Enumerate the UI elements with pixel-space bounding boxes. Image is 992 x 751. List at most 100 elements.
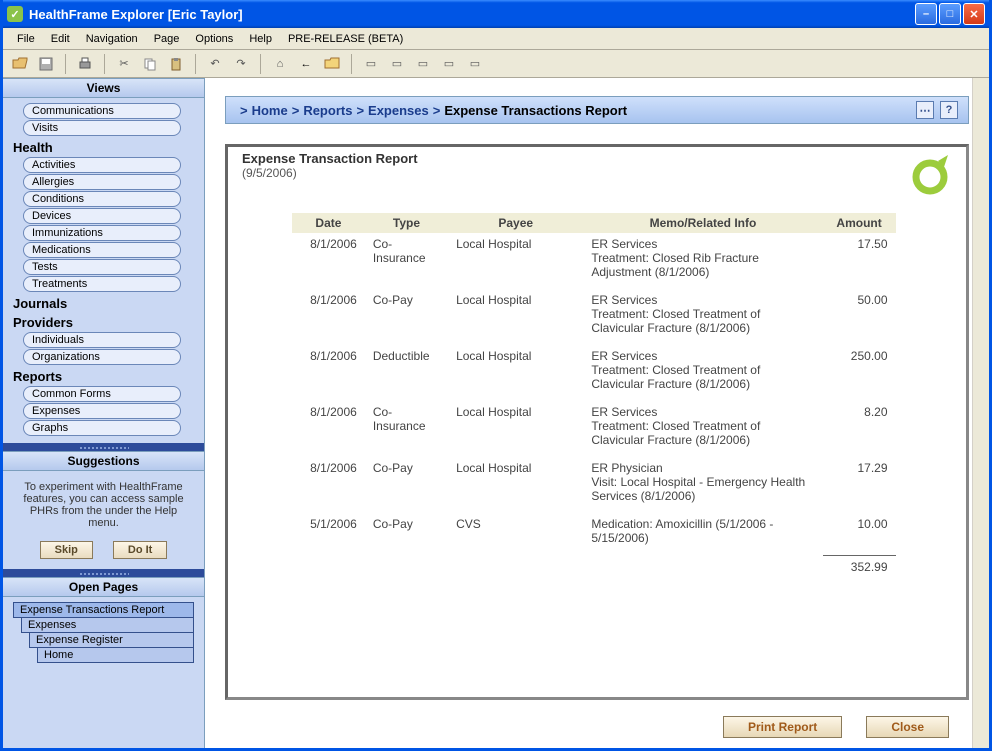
redo-icon[interactable]: ↷ <box>230 53 252 75</box>
menu-navigation[interactable]: Navigation <box>78 31 146 47</box>
views-header: Views <box>3 78 204 98</box>
sidebar-item-tests[interactable]: Tests <box>23 259 181 275</box>
window-title: HealthFrame Explorer [Eric Taylor] <box>29 7 915 22</box>
copy-icon[interactable] <box>139 53 161 75</box>
crumb-current: Expense Transactions Report <box>444 103 627 118</box>
sidebar: Views Communications Visits Health Activ… <box>3 78 205 748</box>
group-health: Health <box>13 140 194 155</box>
sidebar-item-graphs[interactable]: Graphs <box>23 420 181 436</box>
sidebar-item-expenses[interactable]: Expenses <box>23 403 181 419</box>
save-icon[interactable] <box>35 53 57 75</box>
print-icon[interactable] <box>74 53 96 75</box>
sidebar-item-devices[interactable]: Devices <box>23 208 181 224</box>
cell-type: Co-Insurance <box>365 233 448 289</box>
menu-options[interactable]: Options <box>187 31 241 47</box>
doit-button[interactable]: Do It <box>113 541 167 559</box>
maximize-button[interactable]: □ <box>939 3 961 25</box>
cell-amount: 8.20 <box>823 401 896 457</box>
report-title: Expense Transaction Report <box>242 151 418 166</box>
table-total-row: 352.99 <box>292 555 896 584</box>
report-date: (9/5/2006) <box>242 166 418 180</box>
minimize-button[interactable]: – <box>915 3 937 25</box>
cell-date: 8/1/2006 <box>292 401 365 457</box>
sidebar-item-conditions[interactable]: Conditions <box>23 191 181 207</box>
cut-icon[interactable]: ✂ <box>113 53 135 75</box>
scrollbar[interactable] <box>972 78 989 748</box>
table-row: 8/1/2006Co-InsuranceLocal HospitalER Ser… <box>292 233 896 289</box>
menu-page[interactable]: Page <box>146 31 188 47</box>
cell-amount: 10.00 <box>823 513 896 555</box>
undo-icon[interactable]: ↶ <box>204 53 226 75</box>
sidebar-item-immunizations[interactable]: Immunizations <box>23 225 181 241</box>
tool-a-icon[interactable]: ▭ <box>360 53 382 75</box>
cell-memo: ER PhysicianVisit: Local Hospital - Emer… <box>583 457 822 513</box>
cell-payee: Local Hospital <box>448 401 583 457</box>
tool-c-icon[interactable]: ▭ <box>412 53 434 75</box>
panel-grip-2[interactable] <box>3 569 204 577</box>
breadcrumb-more-icon[interactable]: ⋯ <box>916 101 934 119</box>
col-amount: Amount <box>823 213 896 233</box>
cell-type: Deductible <box>365 345 448 401</box>
open-page-item[interactable]: Expense Transactions Report <box>13 602 194 618</box>
menu-file[interactable]: File <box>9 31 43 47</box>
group-providers: Providers <box>13 315 194 330</box>
back-icon[interactable]: ← <box>295 53 317 75</box>
sidebar-item-medications[interactable]: Medications <box>23 242 181 258</box>
folder-icon[interactable] <box>321 53 343 75</box>
col-payee: Payee <box>448 213 583 233</box>
cell-payee: Local Hospital <box>448 289 583 345</box>
menu-edit[interactable]: Edit <box>43 31 78 47</box>
skip-button[interactable]: Skip <box>40 541 93 559</box>
menu-prerelease[interactable]: PRE-RELEASE (BETA) <box>280 31 411 47</box>
cell-payee: Local Hospital <box>448 457 583 513</box>
sidebar-item-common-forms[interactable]: Common Forms <box>23 386 181 402</box>
cell-total: 352.99 <box>823 555 896 584</box>
cell-amount: 50.00 <box>823 289 896 345</box>
table-row: 8/1/2006Co-InsuranceLocal HospitalER Ser… <box>292 401 896 457</box>
home-icon[interactable]: ⌂ <box>269 53 291 75</box>
col-type: Type <box>365 213 448 233</box>
sidebar-item-visits[interactable]: Visits <box>23 120 181 136</box>
breadcrumb-help-icon[interactable]: ? <box>940 101 958 119</box>
open-pages-header: Open Pages <box>3 577 204 597</box>
crumb-expenses[interactable]: Expenses <box>368 103 429 118</box>
suggestions-text: To experiment with HealthFrame features,… <box>15 481 192 529</box>
tool-d-icon[interactable]: ▭ <box>438 53 460 75</box>
tool-b-icon[interactable]: ▭ <box>386 53 408 75</box>
menu-help[interactable]: Help <box>241 31 280 47</box>
report-frame: Expense Transaction Report (9/5/2006) Da… <box>225 144 969 700</box>
open-page-item[interactable]: Home <box>37 647 194 663</box>
cell-payee: Local Hospital <box>448 345 583 401</box>
cell-memo: Medication: Amoxicillin (5/1/2006 - 5/15… <box>583 513 822 555</box>
sidebar-item-treatments[interactable]: Treatments <box>23 276 181 292</box>
toolbar: ✂ ↶ ↷ ⌂ ← ▭ ▭ ▭ ▭ ▭ <box>3 50 989 78</box>
close-button[interactable]: Close <box>866 716 949 738</box>
open-page-item[interactable]: Expense Register <box>29 632 194 648</box>
cell-amount: 250.00 <box>823 345 896 401</box>
tool-e-icon[interactable]: ▭ <box>464 53 486 75</box>
col-memo: Memo/Related Info <box>583 213 822 233</box>
cell-date: 5/1/2006 <box>292 513 365 555</box>
suggestions-header: Suggestions <box>3 451 204 471</box>
paste-icon[interactable] <box>165 53 187 75</box>
table-row: 8/1/2006Co-PayLocal HospitalER Physician… <box>292 457 896 513</box>
cell-amount: 17.29 <box>823 457 896 513</box>
open-page-item[interactable]: Expenses <box>21 617 194 633</box>
cell-amount: 17.50 <box>823 233 896 289</box>
sidebar-item-individuals[interactable]: Individuals <box>23 332 181 348</box>
close-window-button[interactable]: ✕ <box>963 3 985 25</box>
sidebar-item-organizations[interactable]: Organizations <box>23 349 181 365</box>
cell-memo: ER ServicesTreatment: Closed Rib Fractur… <box>583 233 822 289</box>
sidebar-item-allergies[interactable]: Allergies <box>23 174 181 190</box>
titlebar: ✓ HealthFrame Explorer [Eric Taylor] – □… <box>3 0 989 28</box>
cell-date: 8/1/2006 <box>292 233 365 289</box>
crumb-home[interactable]: Home <box>252 103 288 118</box>
panel-grip[interactable] <box>3 443 204 451</box>
crumb-reports[interactable]: Reports <box>303 103 352 118</box>
print-report-button[interactable]: Print Report <box>723 716 842 738</box>
open-icon[interactable] <box>9 53 31 75</box>
sidebar-item-communications[interactable]: Communications <box>23 103 181 119</box>
cell-date: 8/1/2006 <box>292 289 365 345</box>
cell-date: 8/1/2006 <box>292 457 365 513</box>
sidebar-item-activities[interactable]: Activities <box>23 157 181 173</box>
